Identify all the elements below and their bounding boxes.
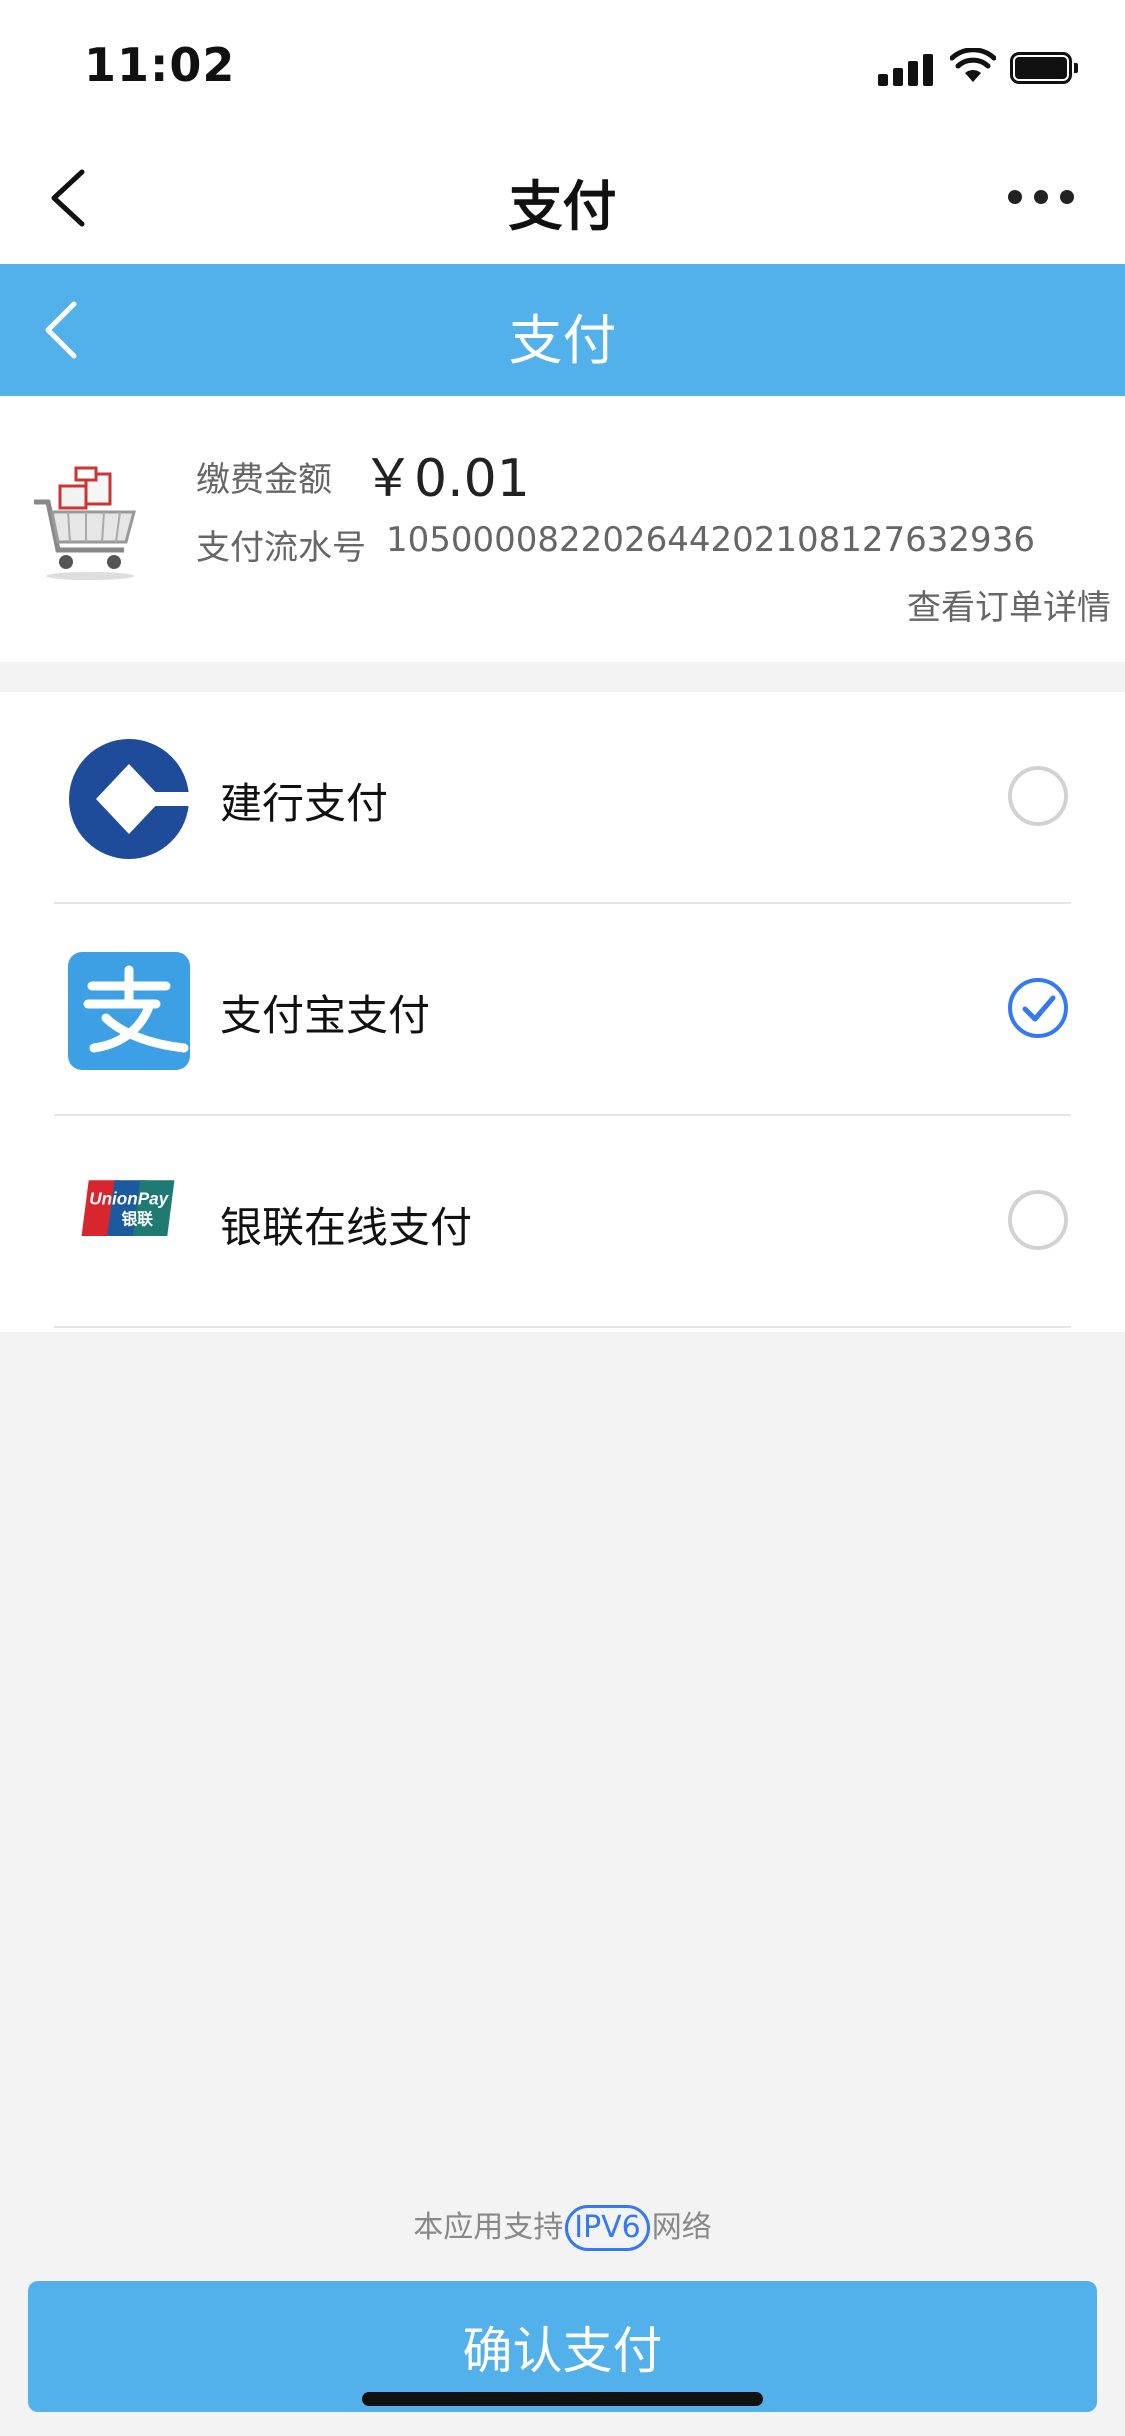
- payment-option-label: 支付宝支付: [220, 991, 431, 1040]
- serial-label: 支付流水号: [196, 528, 366, 568]
- serial-number: 105000082202644202108127632936: [386, 520, 1035, 560]
- shopping-cart-icon: [34, 466, 136, 580]
- divider: [54, 1326, 1071, 1328]
- view-order-details-link[interactable]: 查看订单详情: [907, 580, 1111, 629]
- ipv6-support-note: 本应用支持 IPV6 网络: [0, 2202, 1125, 2251]
- status-time: 11:02: [84, 38, 236, 92]
- radio-button[interactable]: [1008, 766, 1068, 826]
- unionpay-logo-icon: UnionPay 银联: [81, 1180, 175, 1236]
- battery-icon: [1010, 52, 1078, 84]
- header-title: 支付: [508, 309, 617, 372]
- page-title: 支付: [508, 175, 617, 238]
- alipay-logo-icon: [68, 952, 190, 1070]
- wifi-icon: [950, 48, 996, 82]
- payment-option-label: 建行支付: [220, 779, 389, 828]
- payment-option-unionpay[interactable]: UnionPay 银联 银联在线支付: [0, 1116, 1125, 1328]
- payment-option-ccb[interactable]: 建行支付: [0, 692, 1125, 904]
- order-summary: 缴费金额 ￥0.01 支付流水号 10500008220264420210812…: [0, 396, 1125, 662]
- more-options-icon[interactable]: [1008, 190, 1074, 206]
- ipv6-prefix: 本应用支持: [413, 2210, 564, 2245]
- ipv6-suffix: 网络: [651, 2210, 712, 2245]
- ccb-logo-icon: [69, 739, 194, 859]
- status-bar: 11:02: [0, 0, 1125, 132]
- svg-text:银联: 银联: [122, 1210, 154, 1229]
- cellular-signal-icon: [878, 52, 936, 86]
- checkmark-icon: [1022, 995, 1056, 1022]
- blue-header: 支付: [0, 264, 1125, 396]
- amount-label: 缴费金额: [196, 460, 332, 500]
- ipv6-badge: IPV6: [565, 2205, 650, 2251]
- radio-button-checked[interactable]: [1008, 978, 1068, 1038]
- payment-option-label: 银联在线支付: [220, 1203, 473, 1252]
- home-indicator: [362, 2392, 763, 2406]
- payment-method-list: 建行支付 支付宝支付 UnionPay 银联 银联在线支付: [0, 692, 1125, 1332]
- radio-button[interactable]: [1008, 1190, 1068, 1250]
- svg-text:UnionPay: UnionPay: [89, 1189, 169, 1209]
- amount-value: ￥0.01: [362, 449, 530, 509]
- nav-bar: 支付: [0, 132, 1125, 264]
- payment-option-alipay[interactable]: 支付宝支付: [0, 904, 1125, 1116]
